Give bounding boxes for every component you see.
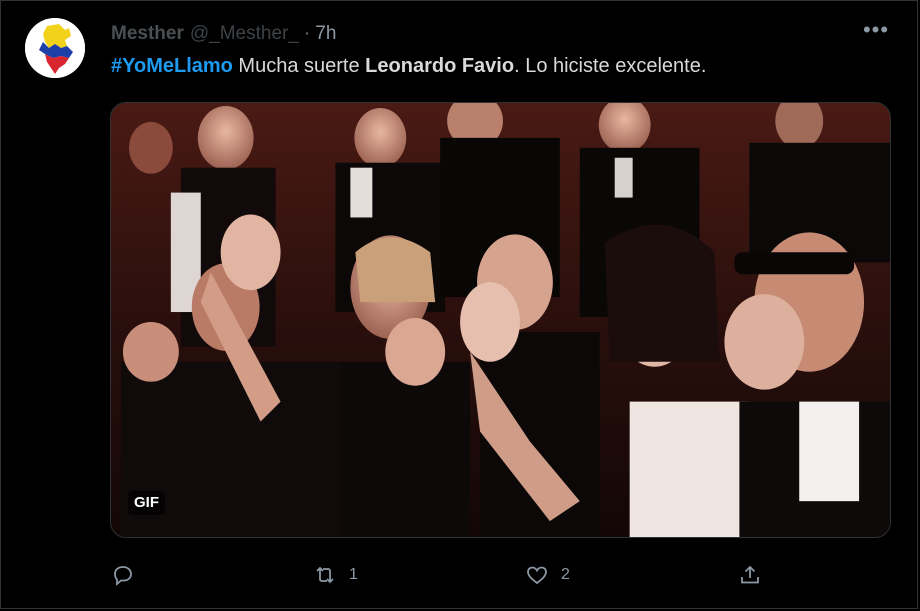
gif-media[interactable]	[110, 102, 891, 538]
reply-button[interactable]	[111, 557, 147, 593]
reply-icon	[114, 566, 132, 586]
hashtag-link[interactable]: #YoMeLlamo	[111, 55, 233, 77]
heart-icon	[527, 566, 547, 585]
retweet-count: 1	[349, 566, 358, 583]
tweet-actions: 1 2	[1, 557, 920, 593]
like-button[interactable]: 2	[525, 557, 570, 593]
gif-badge: GIF	[128, 491, 165, 515]
more-options-icon[interactable]: •••	[861, 19, 891, 43]
share-icon	[741, 565, 759, 584]
tweet-text-part: . Lo hiciste excelente.	[514, 55, 707, 77]
audience-clapping-image	[111, 103, 890, 537]
avatar[interactable]	[25, 18, 85, 78]
tweet-header: Mesther @_Mesther_ · 7h	[111, 21, 336, 47]
tweet-card[interactable]: Mesther @_Mesther_ · 7h ••• #YoMeLlamo M…	[0, 0, 918, 609]
like-count: 2	[561, 566, 570, 583]
header-separator: ·	[303, 23, 311, 44]
retweet-button[interactable]: 1	[313, 557, 358, 593]
share-button[interactable]	[738, 557, 762, 593]
retweet-icon	[316, 566, 334, 584]
tweet-text-bold: Leonardo Favio	[365, 55, 515, 77]
tweet-text-part: Mucha suerte	[232, 55, 366, 77]
tweet-timestamp[interactable]: 7h	[315, 23, 336, 45]
tweet-text: #YoMeLlamo Mucha suerte Leonardo Favio. …	[111, 55, 706, 78]
author-name[interactable]: Mesther	[111, 23, 184, 45]
author-handle[interactable]: @_Mesther_	[190, 23, 299, 45]
colombia-map-icon	[25, 18, 85, 78]
